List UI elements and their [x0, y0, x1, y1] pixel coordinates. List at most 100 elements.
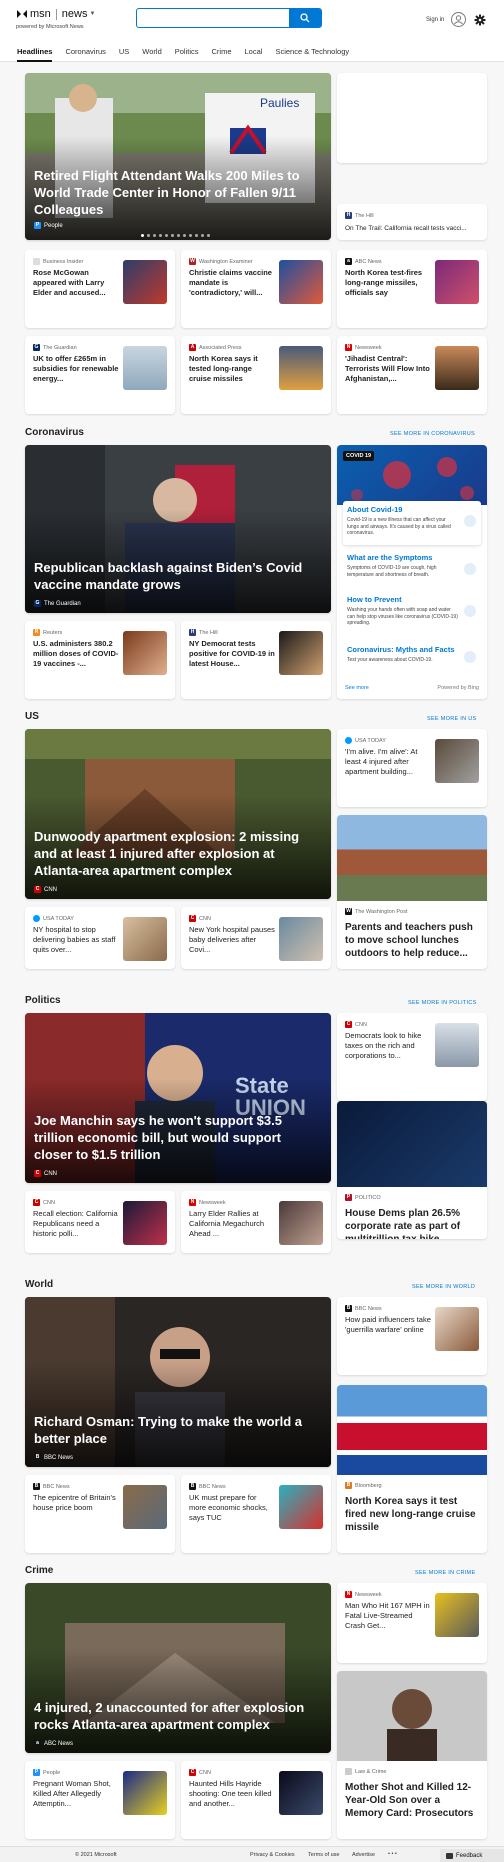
nav-item-local[interactable]: Local	[245, 47, 263, 62]
coronavirus-hero[interactable]: Republican backlash against Biden’s Covi…	[25, 445, 331, 613]
news-card-tall[interactable]: P POLITICO House Dems plan 26.5% corporat…	[337, 1101, 487, 1239]
news-card[interactable]: B BBC News The epicentre of Britain's hou…	[25, 1475, 175, 1553]
msn-logo[interactable]: msn news ▼	[16, 8, 95, 20]
news-card[interactable]: B BBC News How paid influencers take 'gue…	[337, 1297, 487, 1375]
world-hero[interactable]: Richard Osman: Trying to make the world …	[25, 1297, 331, 1467]
crime-hero[interactable]: 4 injured, 2 unaccounted for after explo…	[25, 1583, 331, 1753]
news-card[interactable]: N Newsweek Man Who Hit 167 MPH in Fatal L…	[337, 1583, 487, 1663]
nav-item-crime[interactable]: Crime	[212, 47, 232, 62]
headline[interactable]: Christie claims vaccine mandate is 'cont…	[189, 268, 275, 308]
feedback-button[interactable]: Feedback	[440, 1849, 504, 1862]
headline[interactable]: Haunted Hills Hayride shooting: One teen…	[189, 1779, 275, 1819]
hero-title[interactable]: 4 injured, 2 unaccounted for after explo…	[34, 1699, 321, 1733]
headline[interactable]: NY hospital to stop delivering babies as…	[33, 925, 119, 957]
footer-link-terms[interactable]: Terms of use	[308, 1852, 339, 1858]
news-card[interactable]: USA TODAY 'I'm alive. I'm alive': At lea…	[337, 729, 487, 807]
covid-see-more[interactable]: See more	[345, 685, 369, 691]
news-card[interactable]: C CNN Democrats look to hike taxes on the…	[337, 1013, 487, 1101]
nav-item-us[interactable]: US	[119, 47, 129, 62]
headline[interactable]: North Korea says it test fired new long-…	[345, 1495, 479, 1534]
thumbnail	[435, 1023, 479, 1067]
nav-item-headlines[interactable]: Headlines	[17, 47, 53, 62]
carousel-dots[interactable]	[141, 234, 210, 237]
headline[interactable]: Pregnant Woman Shot, Killed After Allege…	[33, 1779, 119, 1819]
signin-link[interactable]: Sign in	[426, 17, 444, 23]
top-hero[interactable]: Paulies Retired Flight Attendant Walks 2…	[25, 73, 331, 240]
headline[interactable]: Parents and teachers push to move school…	[345, 921, 479, 960]
politics-hero[interactable]: State UNION Joe Manchin says he won't su…	[25, 1013, 331, 1183]
covid-item[interactable]: How to Prevent Washing your hands often …	[343, 591, 481, 635]
headline[interactable]: UK to offer £265m in subsidies for renew…	[33, 354, 119, 394]
news-card[interactable]: N Newsweek 'Jihadist Central': Terrorists…	[337, 336, 487, 414]
hero-source: B BBC News	[34, 1454, 74, 1461]
headline[interactable]: Recall election: California Republicans …	[33, 1209, 119, 1241]
search-box[interactable]	[136, 8, 322, 28]
news-card[interactable]: B BBC News UK must prepare for more econo…	[181, 1475, 331, 1553]
headline[interactable]: On The Trail: California recall tests va…	[345, 224, 467, 234]
headline[interactable]: UK must prepare for more economic shocks…	[189, 1493, 275, 1533]
headline[interactable]: Larry Elder Rallies at California Megach…	[189, 1209, 275, 1241]
more-icon[interactable]: • • •	[388, 1851, 397, 1857]
headline[interactable]: 'I'm alive. I'm alive': At least 4 injur…	[345, 747, 431, 787]
nav-item-politics[interactable]: Politics	[175, 47, 199, 62]
news-card[interactable]: A Associated Press North Korea says it te…	[181, 336, 331, 414]
search-input[interactable]	[143, 11, 283, 25]
news-card[interactable]: P People Pregnant Woman Shot, Killed Afte…	[25, 1761, 175, 1839]
nav-item-coronavirus[interactable]: Coronavirus	[65, 47, 105, 62]
covid-item[interactable]: About Covid-19 Covid-19 is a new illness…	[343, 501, 481, 545]
hero-title[interactable]: Republican backlash against Biden’s Covi…	[34, 559, 321, 593]
news-card[interactable]: C CNN Recall election: California Republi…	[25, 1191, 175, 1253]
headline[interactable]: New York hospital pauses baby deliveries…	[189, 925, 275, 957]
headline[interactable]: Mother Shot and Killed 12-Year-Old Son o…	[345, 1781, 479, 1820]
headline[interactable]: U.S. administers 380.2 million doses of …	[33, 639, 119, 679]
news-card[interactable]: H The Hill NY Democrat tests positive for…	[181, 621, 331, 699]
news-card[interactable]: Business Insider Rose McGowan appeared w…	[25, 250, 175, 328]
news-card[interactable]: a ABC News North Korea test-fires long-ra…	[337, 250, 487, 328]
headline[interactable]: Rose McGowan appeared with Larry Elder a…	[33, 268, 119, 308]
chevron-down-icon[interactable]: ▼	[89, 11, 95, 17]
hero-source: P People	[34, 222, 63, 229]
see-more-politics[interactable]: SEE MORE IN POLITICS	[408, 1000, 477, 1006]
hero-title[interactable]: Richard Osman: Trying to make the world …	[34, 1413, 321, 1447]
avatar[interactable]	[451, 12, 466, 27]
headline[interactable]: Man Who Hit 167 MPH in Fatal Live-Stream…	[345, 1601, 431, 1641]
hero-title[interactable]: Joe Manchin says he won't support $3.5 t…	[34, 1112, 321, 1163]
news-card[interactable]: N Newsweek Larry Elder Rallies at Califor…	[181, 1191, 331, 1253]
covid-item[interactable]: What are the Symptoms Symptoms of COVID-…	[343, 549, 481, 589]
news-card[interactable]: W Washington Examiner Christie claims vac…	[181, 250, 331, 328]
cnn-logo-icon: C	[189, 915, 196, 922]
headline[interactable]: North Korea says it tested long-range cr…	[189, 354, 275, 394]
search-button[interactable]	[289, 9, 321, 27]
see-more-crime[interactable]: SEE MORE IN CRIME	[415, 1570, 475, 1576]
headline[interactable]: How paid influencers take 'guerrilla war…	[345, 1315, 431, 1355]
headline[interactable]: North Korea test-fires long-range missil…	[345, 268, 431, 308]
news-card[interactable]: C CNN New York hospital pauses baby deliv…	[181, 907, 331, 969]
news-card-tall[interactable]: B Bloomberg North Korea says it test fire…	[337, 1385, 487, 1553]
news-card[interactable]: R Reuters U.S. administers 380.2 million …	[25, 621, 175, 699]
see-more-us[interactable]: SEE MORE IN US	[427, 716, 476, 722]
footer-link-privacy[interactable]: Privacy & Cookies	[250, 1852, 295, 1858]
abc-news-logo-icon: a	[345, 258, 352, 265]
hero-title[interactable]: Dunwoody apartment explosion: 2 missing …	[34, 828, 321, 879]
top-side-card[interactable]: H The Hill On The Trail: California recal…	[337, 204, 487, 240]
news-card-tall[interactable]: Law & Crime Mother Shot and Killed 12-Ye…	[337, 1671, 487, 1839]
nav-item-world[interactable]: World	[142, 47, 161, 62]
hero-title[interactable]: Retired Flight Attendant Walks 200 Miles…	[34, 167, 321, 218]
headline[interactable]: 'Jihadist Central': Terrorists Will Flow…	[345, 354, 431, 394]
us-hero[interactable]: Dunwoody apartment explosion: 2 missing …	[25, 729, 331, 899]
headline[interactable]: House Dems plan 26.5% corporate rate as …	[345, 1207, 479, 1239]
headline[interactable]: Democrats look to hike taxes on the rich…	[345, 1031, 431, 1071]
see-more-coronavirus[interactable]: SEE MORE IN CORONAVIRUS	[390, 431, 475, 437]
headline[interactable]: NY Democrat tests positive for COVID-19 …	[189, 639, 275, 679]
news-card[interactable]: C CNN Haunted Hills Hayride shooting: One…	[181, 1761, 331, 1839]
section-heading-us: US	[25, 711, 39, 722]
gear-icon[interactable]	[474, 13, 486, 26]
headline[interactable]: The epicentre of Britain's house price b…	[33, 1493, 119, 1533]
see-more-world[interactable]: SEE MORE IN WORLD	[412, 1284, 475, 1290]
news-card[interactable]: USA TODAY NY hospital to stop delivering…	[25, 907, 175, 969]
covid-item[interactable]: Coronavirus: Myths and Facts Test your a…	[343, 641, 481, 673]
news-card[interactable]: G The Guardian UK to offer £265m in subsi…	[25, 336, 175, 414]
news-card-tall[interactable]: W The Washington Post Parents and teacher…	[337, 815, 487, 969]
footer-link-advertise[interactable]: Advertise	[352, 1852, 375, 1858]
nav-item-science[interactable]: Science & Technology	[275, 47, 349, 62]
